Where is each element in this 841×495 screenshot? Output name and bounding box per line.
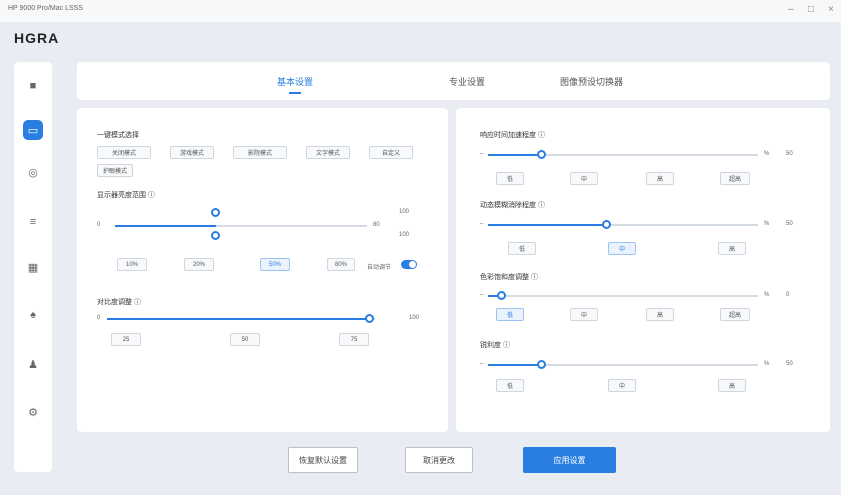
preset-chip[interactable]: 高	[718, 242, 746, 255]
slider-fill	[488, 364, 542, 366]
mode-chip[interactable]: 关闭模式	[97, 146, 151, 159]
game-icon[interactable]: ♠	[23, 305, 43, 325]
contrast-preset-chip[interactable]: 50	[230, 333, 260, 346]
tab-bar: 基本设置 专业设置 图像预设切换器	[77, 62, 830, 100]
slider-fill	[488, 224, 607, 226]
slider-value: 0	[786, 292, 790, 298]
slider-fill	[488, 154, 542, 156]
grid-icon[interactable]: ▦	[23, 257, 43, 277]
close-icon[interactable]: ×	[828, 4, 834, 15]
tab-basic[interactable]: 基本设置	[277, 75, 313, 94]
slider-unit: %	[764, 151, 770, 157]
auto-adjust-toggle[interactable]	[401, 260, 417, 269]
preset-chip[interactable]: 低	[496, 308, 524, 321]
slider-value: 50	[786, 361, 793, 367]
color-icon[interactable]: ◎	[23, 162, 43, 182]
slider-unit: %	[764, 221, 770, 227]
range-preset-chip[interactable]: 80%	[327, 258, 355, 271]
slider-thumb[interactable]	[537, 150, 546, 159]
slider-thumb-upper[interactable]	[210, 208, 220, 217]
display-icon[interactable]: ▭	[23, 120, 43, 140]
left-panel: 一键模式选择 关闭模式 游戏模式 影院模式 文字模式 自定义 护眼模式 显示器亮…	[77, 108, 448, 432]
cancel-changes-button[interactable]: 取消更改	[405, 447, 473, 473]
slider-minus: –	[480, 361, 484, 367]
maximize-icon[interactable]: □	[808, 4, 814, 15]
contrast-value: 100	[409, 315, 420, 321]
contrast-preset-chip[interactable]: 75	[339, 333, 369, 346]
sidebar: ■ ▭ ◎ ≡ ▦ ♠ ♟ ⚙	[14, 62, 52, 472]
preset-chip[interactable]: 高	[718, 379, 746, 392]
range-preset-chip[interactable]: 50%	[260, 258, 290, 271]
preset-chip[interactable]: 超高	[720, 308, 750, 321]
sharpness-label: 锐利度 ⓘ	[480, 342, 510, 349]
brightness-range-slider[interactable]	[115, 225, 367, 227]
sharpness-slider[interactable]	[488, 364, 758, 366]
home-icon[interactable]: ■	[23, 76, 43, 96]
mode-chip[interactable]: 影院模式	[233, 146, 287, 159]
mode-label: 一键模式选择	[97, 132, 139, 139]
slider-unit: %	[764, 292, 770, 298]
preset-chip[interactable]: 低	[496, 172, 524, 185]
mode-chip[interactable]: 护眼模式	[97, 164, 133, 177]
response-time-slider[interactable]	[488, 154, 758, 156]
preset-chip[interactable]: 低	[508, 242, 536, 255]
brand-logo: HGRA	[14, 30, 60, 46]
right-panel: 响应时间加速程度 ⓘ – % 50 低 中 高 超高 动态模糊消除程度 ⓘ – …	[456, 108, 830, 432]
slider-minus: –	[480, 292, 484, 298]
range-max-top: 100	[399, 209, 410, 215]
apply-settings-button[interactable]: 应用设置	[523, 447, 616, 473]
preset-chip[interactable]: 中	[570, 172, 598, 185]
preset-chip[interactable]: 中	[608, 379, 636, 392]
preset-chip[interactable]: 中	[570, 308, 598, 321]
saturation-slider[interactable]	[488, 295, 758, 297]
user-icon[interactable]: ♟	[23, 354, 43, 374]
response-time-label: 响应时间加速程度 ⓘ	[480, 132, 545, 139]
contrast-slider[interactable]	[107, 318, 375, 320]
contrast-label: 对比度调整 ⓘ	[97, 299, 141, 306]
title-bar: HP 9000 Pro/Mac LSSS – □ ×	[0, 0, 841, 22]
contrast-min: 0	[97, 315, 101, 321]
mode-chip[interactable]: 游戏模式	[170, 146, 214, 159]
window-title: HP 9000 Pro/Mac LSSS	[8, 5, 83, 12]
slider-minus: –	[480, 221, 484, 227]
preset-chip[interactable]: 中	[608, 242, 636, 255]
range-preset-chip[interactable]: 20%	[184, 258, 214, 271]
preset-chip[interactable]: 高	[646, 308, 674, 321]
slider-fill	[107, 318, 370, 320]
motion-blur-label: 动态模糊消除程度 ⓘ	[480, 202, 545, 209]
auto-adjust-label: 自动调节	[367, 265, 392, 271]
reset-defaults-button[interactable]: 恢复默认设置	[288, 447, 358, 473]
mode-chip[interactable]: 文字模式	[306, 146, 350, 159]
slider-value: 50	[786, 221, 793, 227]
app-window: HP 9000 Pro/Mac LSSS – □ × HGRA ■ ▭ ◎ ≡ …	[0, 0, 841, 495]
mode-chip[interactable]: 自定义	[369, 146, 413, 159]
slider-thumb[interactable]	[601, 220, 611, 229]
sliders-icon[interactable]: ≡	[23, 212, 43, 232]
slider-value: 50	[786, 151, 793, 157]
preset-chip[interactable]: 超高	[720, 172, 750, 185]
slider-thumb-lower[interactable]	[210, 231, 220, 240]
range-max-bottom: 100	[399, 232, 410, 238]
saturation-label: 色彩饱和度调整 ⓘ	[480, 274, 538, 281]
preset-chip[interactable]: 低	[496, 379, 524, 392]
contrast-preset-chip[interactable]: 25	[111, 333, 141, 346]
brightness-range-label: 显示器亮度范围 ⓘ	[97, 192, 155, 199]
slider-thumb[interactable]	[537, 360, 546, 369]
slider-minus: –	[480, 151, 484, 157]
slider-thumb[interactable]	[496, 291, 506, 300]
range-current-value: 80	[373, 222, 380, 228]
preset-chip[interactable]: 高	[646, 172, 674, 185]
slider-unit: %	[764, 361, 770, 367]
motion-blur-slider[interactable]	[488, 224, 758, 226]
settings-icon[interactable]: ⚙	[23, 402, 43, 422]
tab-preset-switcher[interactable]: 图像预设切换器	[560, 75, 623, 88]
slider-fill	[115, 225, 216, 227]
range-preset-chip[interactable]: 10%	[117, 258, 147, 271]
range-min: 0	[97, 222, 101, 228]
tab-advanced[interactable]: 专业设置	[449, 75, 485, 88]
slider-thumb[interactable]	[364, 314, 374, 323]
minimize-icon[interactable]: –	[788, 4, 794, 15]
